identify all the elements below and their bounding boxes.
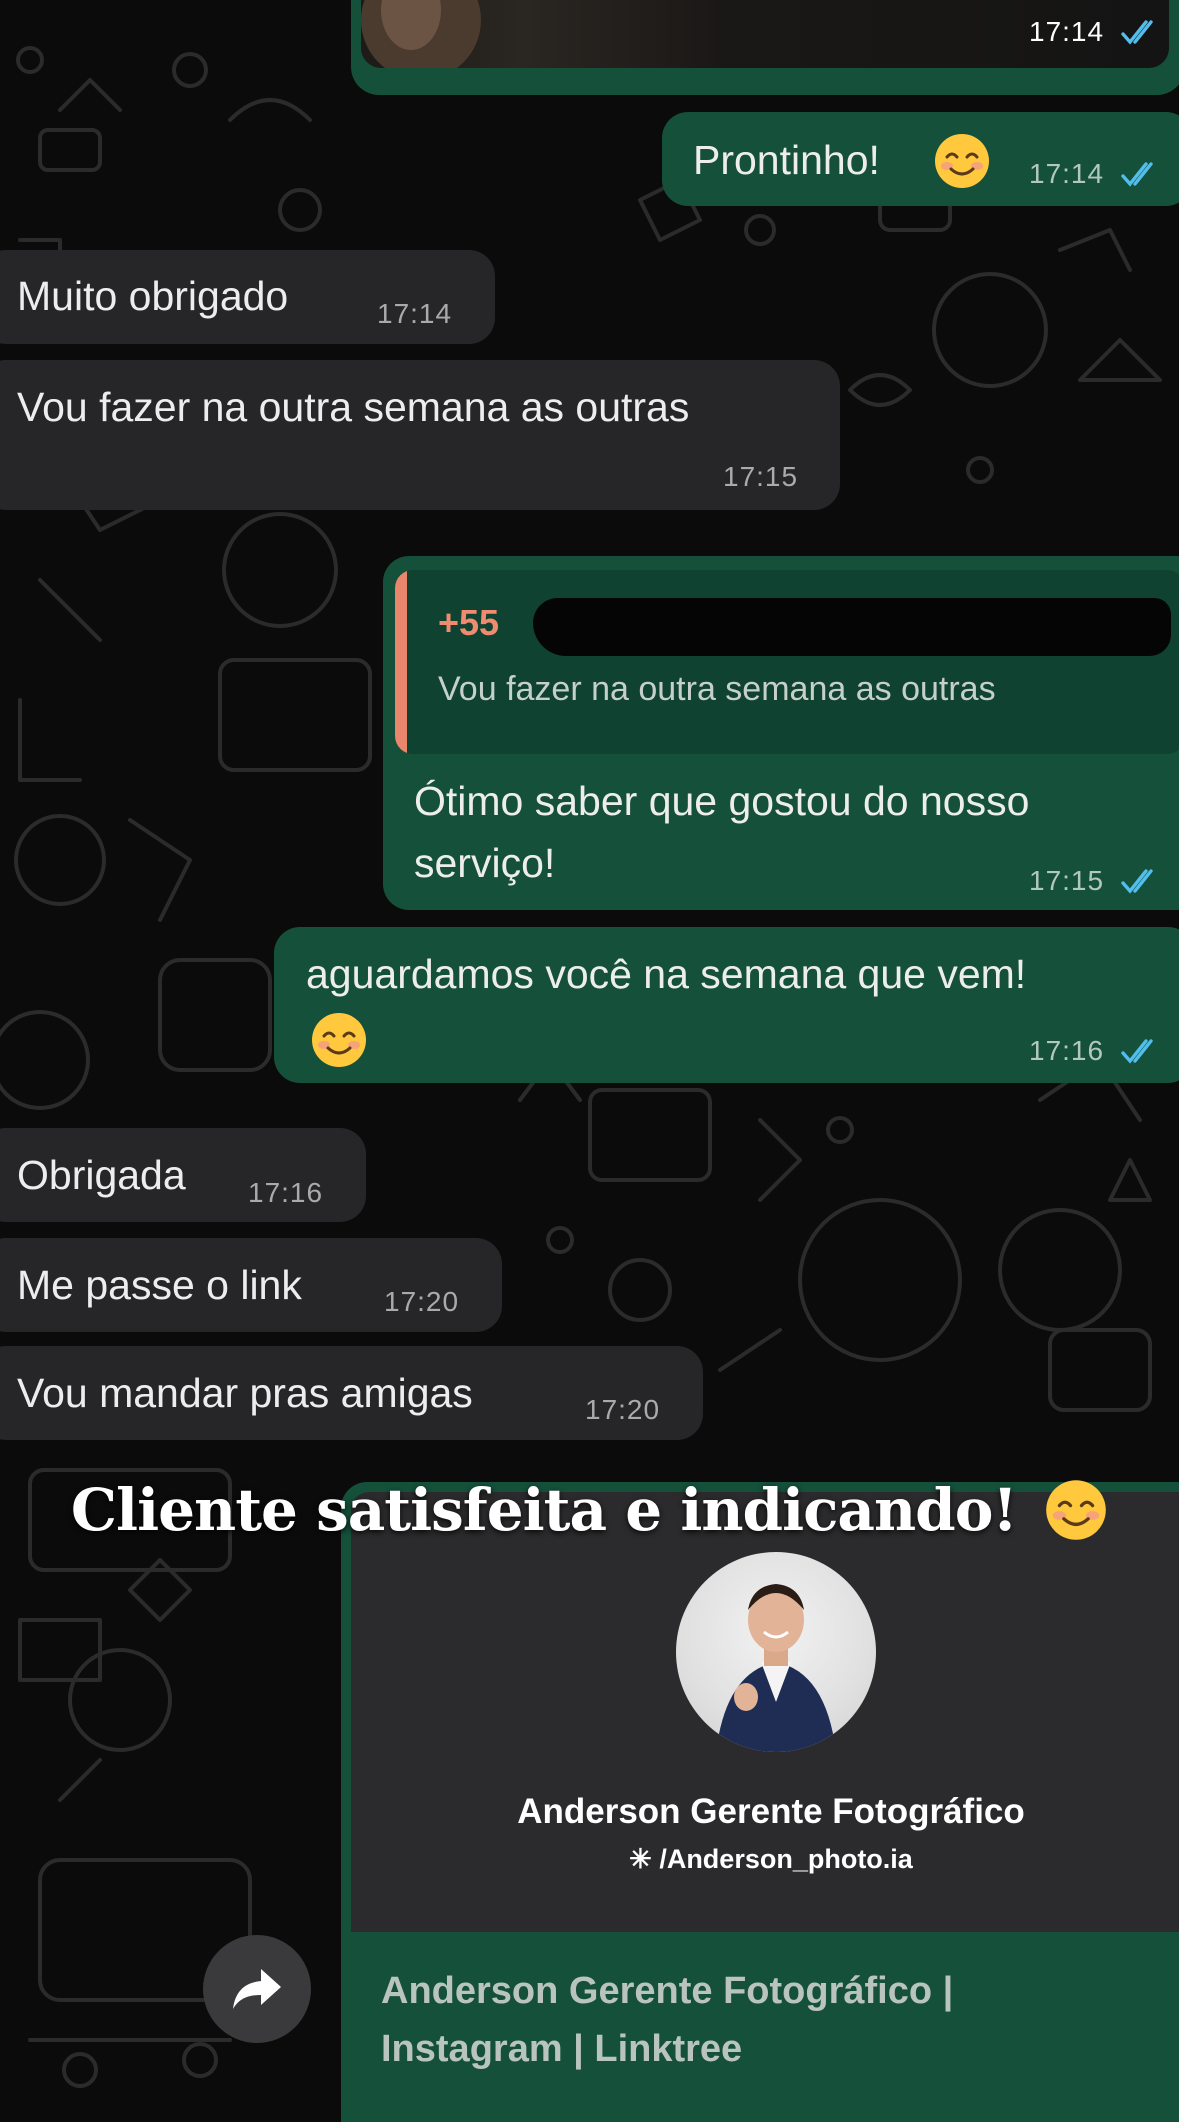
message-time: 17:20: [585, 1394, 661, 1425]
double-check-icon: [1121, 869, 1153, 894]
message-time: 17:14: [377, 298, 453, 329]
outgoing-link-message[interactable]: Anderson Gerente Fotográfico ✳ /Anderson…: [341, 1482, 1179, 2122]
forward-icon: [233, 1969, 281, 2009]
double-check-icon: [1121, 162, 1153, 187]
incoming-message[interactable]: Muito obrigado 17:14: [0, 250, 495, 344]
link-preview[interactable]: Anderson Gerente Fotográfico ✳ /Anderson…: [351, 1492, 1179, 1932]
double-check-icon: [1121, 1039, 1153, 1064]
message-text: Vou mandar pras amigas: [17, 1370, 473, 1416]
message-text: aguardamos você na semana que vem!: [306, 951, 1027, 997]
message-text: Vou fazer na outra semana as outras: [17, 384, 690, 430]
message-text: Prontinho!: [693, 137, 880, 183]
quote-accent-bar: [395, 570, 407, 754]
message-text: serviço!: [414, 840, 556, 886]
incoming-message[interactable]: Vou fazer na outra semana as outras 17:1…: [0, 360, 840, 510]
link-title[interactable]: Anderson Gerente Fotográfico | Instagram…: [381, 1962, 1141, 2078]
quoted-sender: +55: [438, 602, 500, 643]
caption-overlay: Cliente satisfeita e indicando!: [0, 1476, 1179, 1544]
message-time: 17:16: [1029, 1035, 1105, 1066]
incoming-message[interactable]: Vou mandar pras amigas 17:20: [0, 1346, 703, 1440]
message-text: Muito obrigado: [17, 273, 289, 319]
smiling-face-icon: [935, 134, 989, 188]
message-text: Ótimo saber que gostou do nosso: [414, 778, 1030, 824]
smiling-face-icon: [312, 1013, 366, 1067]
message-time: 17:20: [384, 1286, 460, 1317]
incoming-message[interactable]: Obrigada 17:16: [0, 1128, 366, 1222]
message-text: Obrigada: [17, 1152, 186, 1198]
caption-text: Cliente satisfeita e indicando!: [70, 1476, 1018, 1544]
image-message[interactable]: 17:14: [351, 0, 1179, 95]
profile-name: Anderson Gerente Fotográfico: [517, 1792, 1025, 1831]
handle-text: /Anderson_photo.ia: [659, 1844, 913, 1874]
profile-handle: ✳ /Anderson_photo.ia: [351, 1844, 1179, 1875]
profile-avatar: [676, 1552, 876, 1752]
link-title-line: Anderson Gerente Fotográfico |: [381, 1970, 954, 2012]
outgoing-message[interactable]: aguardamos você na semana que vem! 17:16: [274, 927, 1179, 1083]
link-title-line: Instagram | Linktree: [381, 2028, 743, 2070]
double-check-icon: [1121, 20, 1153, 45]
quoted-text: Vou fazer na outra semana as outras: [438, 670, 996, 708]
redaction-mark: [533, 598, 1171, 656]
message-text: Me passe o link: [17, 1262, 302, 1308]
forward-button[interactable]: [203, 1935, 311, 2043]
message-time: 17:15: [1029, 865, 1105, 896]
outgoing-message[interactable]: Prontinho! 17:14: [662, 112, 1179, 206]
message-time: 17:16: [248, 1177, 324, 1208]
message-time: 17:14: [1029, 158, 1105, 189]
message-time: 17:14: [1029, 16, 1105, 47]
message-time: 17:15: [723, 461, 799, 492]
incoming-message[interactable]: Me passe o link 17:20: [0, 1238, 502, 1332]
smiling-face-icon: [1046, 1480, 1106, 1540]
asterisk-icon: ✳: [629, 1844, 652, 1874]
